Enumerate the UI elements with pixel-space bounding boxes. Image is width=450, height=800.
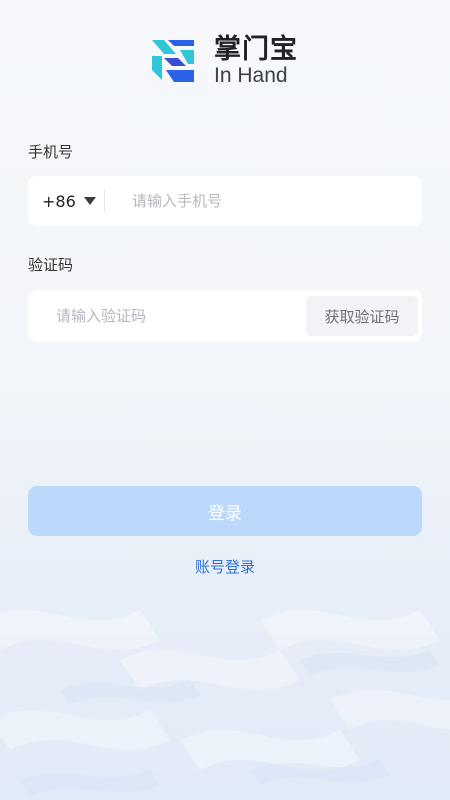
verification-code-input[interactable] bbox=[56, 290, 306, 342]
account-login-link[interactable]: 账号登录 bbox=[0, 556, 450, 577]
code-field: 获取验证码 bbox=[28, 290, 422, 342]
field-divider bbox=[104, 190, 105, 212]
app-logo: 掌门宝 In Hand bbox=[150, 33, 310, 89]
background-wave-pattern bbox=[0, 610, 450, 795]
triangle-down-icon bbox=[83, 197, 96, 205]
login-button[interactable]: 登录 bbox=[28, 486, 422, 536]
phone-input[interactable] bbox=[132, 176, 402, 226]
code-label: 验证码 bbox=[28, 256, 74, 274]
brand-name-cn: 掌门宝 bbox=[214, 34, 298, 65]
phone-label: 手机号 bbox=[28, 143, 74, 161]
country-code-value: +86 bbox=[42, 191, 76, 211]
phone-field: +86 bbox=[28, 176, 422, 226]
country-code-selector[interactable]: +86 bbox=[42, 176, 96, 226]
get-code-button[interactable]: 获取验证码 bbox=[306, 296, 418, 336]
brand-name-en: In Hand bbox=[214, 64, 288, 87]
logo-mark-icon bbox=[152, 40, 194, 82]
